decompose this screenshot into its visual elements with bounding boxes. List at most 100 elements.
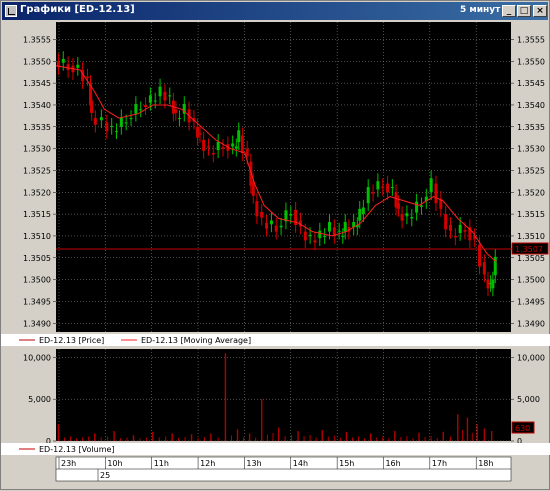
candle-body xyxy=(265,222,269,229)
price-tick-label-right: 1.3520 xyxy=(517,188,545,197)
candle-body xyxy=(341,235,345,237)
candle-body xyxy=(371,192,375,194)
candle-body xyxy=(216,141,220,151)
candle-body xyxy=(444,214,448,230)
time-label: 16h xyxy=(385,459,400,468)
candle-body xyxy=(289,214,293,216)
candle-body xyxy=(279,225,283,228)
candle-body xyxy=(174,109,178,113)
candle-body xyxy=(448,225,452,231)
candle-body xyxy=(405,213,409,217)
candle-body xyxy=(90,100,94,113)
candle-body xyxy=(400,214,404,221)
price-tick-label-left: 1.3555 xyxy=(23,35,51,44)
candle-body xyxy=(274,225,278,232)
candle-body xyxy=(206,146,210,148)
candle-body xyxy=(237,130,241,143)
candle-body xyxy=(202,139,206,151)
time-label: 23h xyxy=(61,459,76,468)
time-label: 11h xyxy=(154,459,169,468)
candle-body xyxy=(124,122,128,124)
candle-body xyxy=(93,118,97,125)
price-tick-label-right: 1.3555 xyxy=(517,35,545,44)
volume-tick-label-left: 5,000 xyxy=(28,395,51,404)
candle-body xyxy=(66,64,70,71)
candle-body xyxy=(99,117,103,121)
candle-body xyxy=(337,230,341,232)
candle-body xyxy=(366,187,370,204)
candle-body xyxy=(323,235,327,237)
candle-body xyxy=(177,118,181,120)
candle-body xyxy=(196,126,200,138)
time-label: 15h xyxy=(339,459,354,468)
candle-body xyxy=(231,143,235,147)
candle-body xyxy=(463,230,467,232)
candle-body xyxy=(415,201,419,213)
candle-body xyxy=(153,100,157,102)
candle-body xyxy=(390,187,394,189)
price-legend-label: ED-12.13 [Price] xyxy=(39,336,104,345)
candle-body xyxy=(308,235,312,237)
candle-body xyxy=(434,183,438,204)
candle-body xyxy=(453,235,457,238)
volume-tick-label-right: 10,000 xyxy=(517,353,545,362)
candle-body xyxy=(361,207,365,215)
candle-body xyxy=(343,221,347,232)
date-label: 25 xyxy=(100,471,110,480)
time-label: 17h xyxy=(432,459,447,468)
price-tick-label-right: 1.3550 xyxy=(517,57,545,66)
volume-axis-left: 10,0005,0000 xyxy=(23,353,56,446)
price-tick-label-right: 1.3525 xyxy=(517,166,545,175)
current-volume-tag-text: 630 xyxy=(515,424,530,433)
price-tick-label-right: 1.3545 xyxy=(517,79,545,88)
time-label: 18h xyxy=(478,459,493,468)
candle-body xyxy=(255,201,259,217)
candle-body xyxy=(234,146,238,149)
candle-body xyxy=(134,104,138,114)
price-tick-label-right: 1.3515 xyxy=(517,210,545,219)
candle-body xyxy=(491,279,495,289)
price-tick-label-left: 1.3520 xyxy=(23,188,51,197)
candle-body xyxy=(211,152,215,155)
price-tick-label-left: 1.3530 xyxy=(23,145,51,154)
price-tick-label-left: 1.3510 xyxy=(23,232,51,241)
candle-body xyxy=(386,183,390,193)
price-tick-label-left: 1.3535 xyxy=(23,123,51,132)
time-label: 13h xyxy=(246,459,261,468)
current-price-tag-text: 1.3507 xyxy=(515,245,543,254)
candle-body xyxy=(198,133,202,135)
price-tick-label-left: 1.3515 xyxy=(23,210,51,219)
candle-body xyxy=(129,118,133,120)
candle-body xyxy=(144,104,148,108)
price-panel xyxy=(56,22,511,332)
price-tick-label-right: 1.3510 xyxy=(517,232,545,241)
candle-body xyxy=(163,91,167,101)
ma-legend-label: ED-12.13 [Moving Average] xyxy=(141,336,251,345)
candle-body xyxy=(458,224,462,234)
candle-body xyxy=(148,95,152,103)
candle-body xyxy=(313,240,317,243)
price-tick-label-right: 1.3530 xyxy=(517,145,545,154)
candle-body xyxy=(269,220,273,225)
candle-body xyxy=(61,58,65,63)
candle-body xyxy=(139,109,143,111)
candle-body xyxy=(358,208,362,221)
candle-body xyxy=(110,125,114,127)
candle-body xyxy=(410,217,414,219)
candle-body xyxy=(396,203,400,209)
price-tick-label-right: 1.3540 xyxy=(517,101,545,110)
candle-body xyxy=(221,147,225,149)
chart-canvas: 1.3555 1.3550 1.3545 1.3540 1.3535 1.3530 1.35… xyxy=(1,22,550,482)
time-label: 12h xyxy=(200,459,215,468)
candle-body xyxy=(85,76,89,78)
price-tick-label-left: 1.3490 xyxy=(23,319,51,328)
candle-body xyxy=(168,95,172,97)
candle-body xyxy=(115,131,119,133)
price-axis-right: 1.3555 1.3550 1.3545 1.3540 1.3535 1.3530 1.35… xyxy=(511,35,545,328)
candle-body xyxy=(419,205,423,207)
price-axis-left: 1.3555 1.3550 1.3545 1.3540 1.3535 1.3530 1.35… xyxy=(23,35,56,328)
candle-body xyxy=(245,148,249,157)
price-tick-label-right: 1.3490 xyxy=(517,319,545,328)
price-tick-label-right: 1.3495 xyxy=(517,297,545,306)
candle-body xyxy=(327,221,331,232)
